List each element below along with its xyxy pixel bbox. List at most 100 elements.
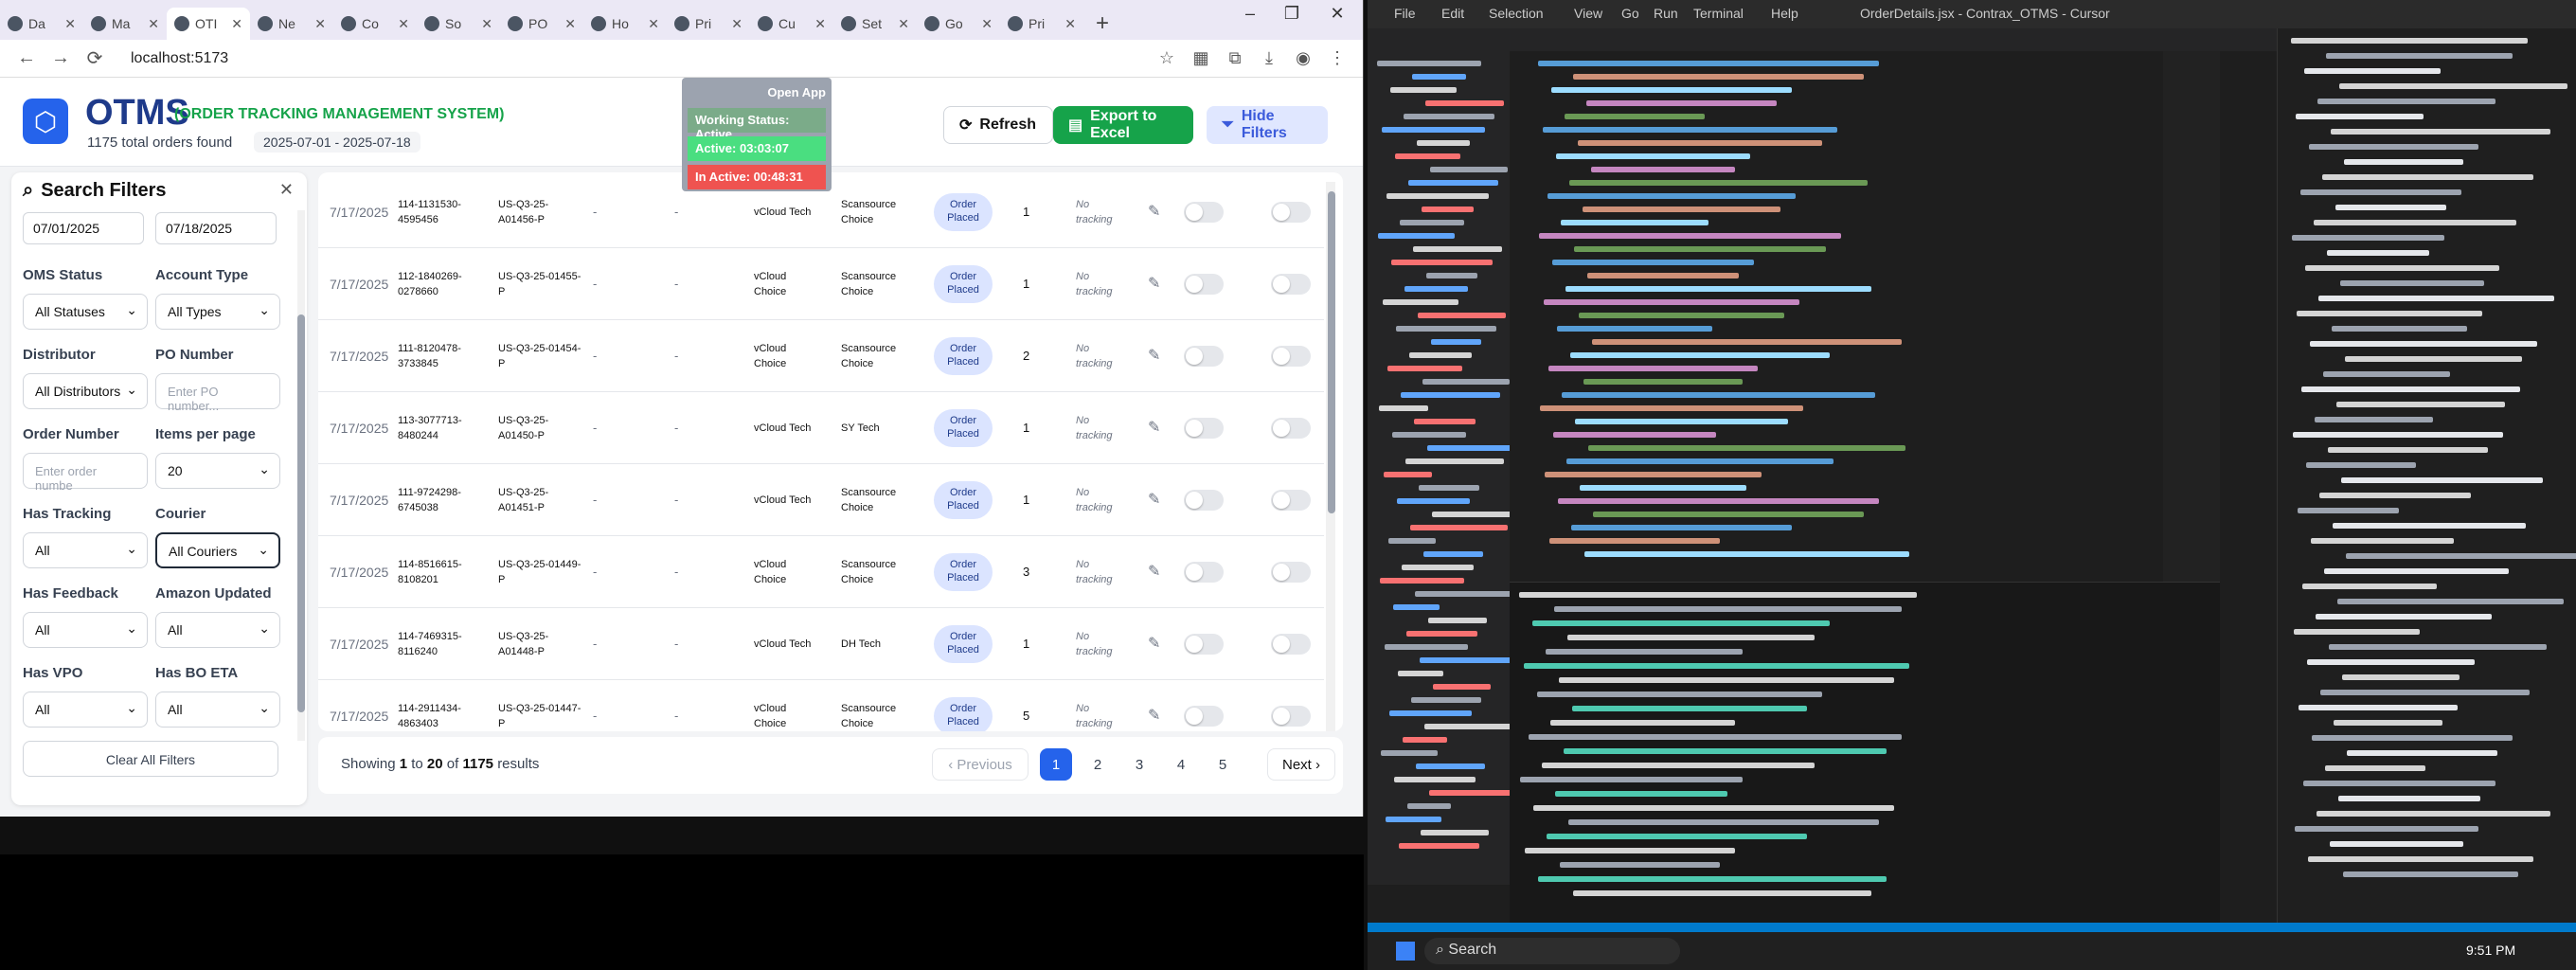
close-icon[interactable]: ✕ <box>814 16 826 32</box>
back-icon[interactable]: ← <box>9 47 44 69</box>
amazon-updated-toggle[interactable] <box>1271 561 1311 583</box>
clear-all-filters-button[interactable]: Clear All Filters <box>23 741 278 777</box>
browser-tab[interactable]: Pri ✕ <box>1000 8 1083 40</box>
close-icon[interactable]: ✕ <box>731 16 742 32</box>
browser-tab[interactable]: Cu ✕ <box>750 8 833 40</box>
browser-tab[interactable]: OTI ✕ <box>167 8 250 40</box>
editor-menu-item[interactable]: Selection <box>1489 6 1544 21</box>
taskbar-search[interactable]: ⌕ Search <box>1424 938 1680 964</box>
forward-icon[interactable]: → <box>44 47 78 69</box>
amazon-updated-toggle[interactable] <box>1271 705 1311 727</box>
amazon-updated-toggle[interactable] <box>1271 489 1311 511</box>
close-icon[interactable]: ✕ <box>898 16 909 32</box>
close-icon[interactable]: ✕ <box>314 16 326 32</box>
courier-select[interactable]: All Couriers ⌄ <box>155 532 280 568</box>
previous-page-button[interactable]: ‹ Previous <box>932 748 1029 781</box>
maximize-icon[interactable]: ❐ <box>1273 4 1311 24</box>
browser-tab[interactable]: Set ✕ <box>833 8 917 40</box>
reload-icon[interactable]: ⟳ <box>78 46 112 70</box>
refresh-button[interactable]: ⟳ Refresh <box>943 106 1053 144</box>
terminal-panel[interactable] <box>1510 582 2220 923</box>
edit-icon[interactable]: ✎ <box>1148 348 1160 364</box>
browser-tab[interactable]: Da ✕ <box>0 8 83 40</box>
bookmark-star-icon[interactable]: ☆ <box>1150 48 1184 68</box>
browser-tab[interactable]: Ho ✕ <box>583 8 667 40</box>
has-bo-eta-select[interactable]: All ⌄ <box>155 692 280 728</box>
amazon-updated-toggle[interactable] <box>1271 345 1311 367</box>
has-vpo-select[interactable]: All ⌄ <box>23 692 148 728</box>
close-window-icon[interactable]: ✕ <box>1318 4 1356 24</box>
editor-menu-item[interactable]: Terminal <box>1693 6 1744 21</box>
export-excel-button[interactable]: ▤ Export to Excel <box>1053 106 1193 144</box>
feedback-toggle[interactable] <box>1184 417 1224 439</box>
order-number-input[interactable]: Enter order numbe <box>23 453 148 493</box>
close-icon[interactable]: ✕ <box>648 16 659 32</box>
close-icon[interactable]: ✕ <box>981 16 993 32</box>
editor-menu-item[interactable]: Go <box>1621 6 1639 21</box>
amazon-updated-toggle[interactable] <box>1271 201 1311 223</box>
page-1-button[interactable]: 1 <box>1040 748 1072 781</box>
browser-tab[interactable]: Pri ✕ <box>667 8 750 40</box>
amazon-updated-toggle[interactable] <box>1271 417 1311 439</box>
amazon-updated-toggle[interactable] <box>1271 633 1311 655</box>
edit-icon[interactable]: ✎ <box>1148 204 1160 220</box>
next-page-button[interactable]: Next › <box>1267 748 1335 781</box>
amazon-updated-toggle[interactable] <box>1271 273 1311 295</box>
puzzle-icon[interactable]: ⧉ <box>1218 48 1252 68</box>
close-icon[interactable]: ✕ <box>1064 16 1076 32</box>
filters-scrollbar-thumb[interactable] <box>297 314 305 712</box>
edit-icon[interactable]: ✎ <box>1148 708 1160 724</box>
page-5-button[interactable]: 5 <box>1207 748 1239 781</box>
po-number-input[interactable]: Enter PO number... <box>155 373 280 413</box>
page-4-button[interactable]: 4 <box>1165 748 1197 781</box>
edit-icon[interactable]: ✎ <box>1148 564 1160 580</box>
feedback-toggle[interactable] <box>1184 561 1224 583</box>
download-icon[interactable]: ⤓ <box>1252 48 1286 68</box>
date-to-input[interactable]: 07/18/2025 <box>155 212 277 244</box>
editor-menu-item[interactable]: Help <box>1771 6 1798 21</box>
edit-icon[interactable]: ✎ <box>1148 276 1160 292</box>
feedback-toggle[interactable] <box>1184 633 1224 655</box>
url-field[interactable]: localhost:5173 <box>131 50 1150 67</box>
close-icon[interactable]: ✕ <box>279 180 294 200</box>
page-3-button[interactable]: 3 <box>1123 748 1155 781</box>
edit-icon[interactable]: ✎ <box>1148 420 1160 436</box>
browser-tab[interactable]: So ✕ <box>417 8 500 40</box>
close-icon[interactable]: ✕ <box>564 16 576 32</box>
feedback-toggle[interactable] <box>1184 273 1224 295</box>
hide-filters-button[interactable]: ⏷ Hide Filters <box>1207 106 1328 144</box>
distributor-select[interactable]: All Distributors ⌄ <box>23 373 148 409</box>
page-2-button[interactable]: 2 <box>1082 748 1114 781</box>
edit-icon[interactable]: ✎ <box>1148 636 1160 652</box>
edit-icon[interactable]: ✎ <box>1148 492 1160 508</box>
date-from-input[interactable]: 07/01/2025 <box>23 212 144 244</box>
items-per-page-select[interactable]: 20 ⌄ <box>155 453 280 489</box>
editor-menu-item[interactable]: View <box>1574 6 1602 21</box>
close-icon[interactable]: ✕ <box>231 16 242 32</box>
windows-start-icon[interactable] <box>1396 942 1415 961</box>
new-tab-button[interactable]: + <box>1083 8 1121 40</box>
browser-tab[interactable]: Co ✕ <box>333 8 417 40</box>
open-app-link[interactable]: Open App <box>767 85 826 99</box>
feedback-toggle[interactable] <box>1184 489 1224 511</box>
editor-minimap[interactable] <box>2163 51 2220 582</box>
has-feedback-select[interactable]: All ⌄ <box>23 612 148 648</box>
editor-menu-item[interactable]: Edit <box>1441 6 1464 21</box>
code-editor-pane[interactable] <box>1510 51 2163 582</box>
close-icon[interactable]: ✕ <box>64 16 76 32</box>
close-icon[interactable]: ✕ <box>148 16 159 32</box>
feedback-toggle[interactable] <box>1184 705 1224 727</box>
editor-menu-item[interactable]: File <box>1394 6 1416 21</box>
has-tracking-select[interactable]: All ⌄ <box>23 532 148 568</box>
menu-dots-icon[interactable]: ⋮ <box>1320 48 1354 68</box>
minimize-icon[interactable]: – <box>1231 4 1269 24</box>
profile-avatar[interactable]: ◉ <box>1286 48 1320 68</box>
amazon-updated-select[interactable]: All ⌄ <box>155 612 280 648</box>
feedback-toggle[interactable] <box>1184 345 1224 367</box>
account-type-select[interactable]: All Types ⌄ <box>155 294 280 330</box>
browser-tab[interactable]: Go ✕ <box>917 8 1000 40</box>
table-scrollbar-thumb[interactable] <box>1328 191 1335 513</box>
extension-icon[interactable]: ▦ <box>1184 48 1218 68</box>
oms-status-select[interactable]: All Statuses ⌄ <box>23 294 148 330</box>
browser-tab[interactable]: Ma ✕ <box>83 8 167 40</box>
